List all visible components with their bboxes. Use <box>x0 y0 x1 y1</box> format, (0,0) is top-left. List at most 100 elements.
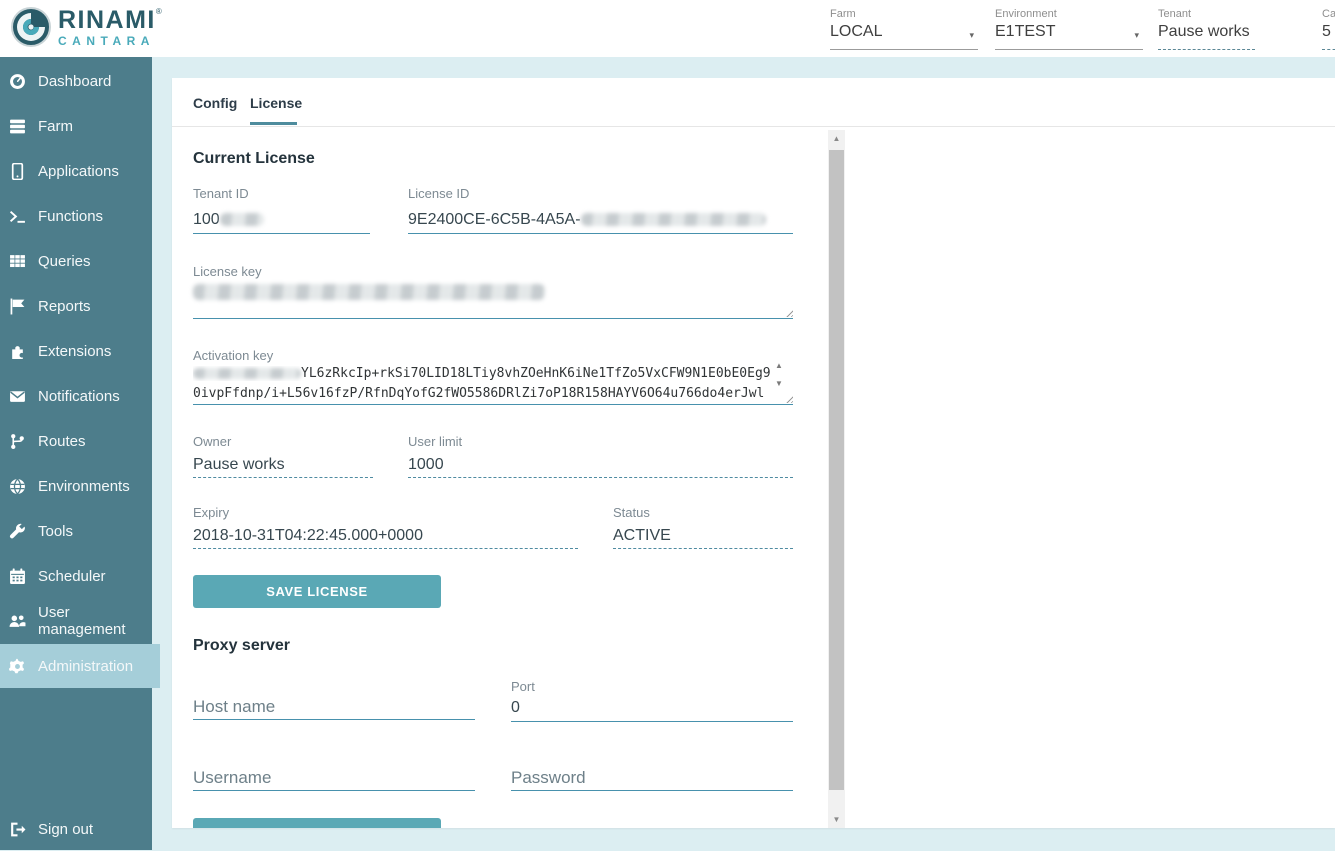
status-label: Status <box>613 505 650 520</box>
scroll-down-icon[interactable]: ▼ <box>775 379 783 388</box>
sidebar-item-label: Dashboard <box>38 73 111 90</box>
save-proxy-button[interactable]: SAVE PROXY <box>193 818 441 828</box>
save-license-button[interactable]: SAVE LICENSE <box>193 575 441 608</box>
tenant-id-input[interactable]: 100 <box>193 211 264 229</box>
resize-handle[interactable] <box>784 308 793 317</box>
redacted-value <box>220 213 264 226</box>
tab-config[interactable]: Config <box>193 95 237 111</box>
farm-value[interactable]: LOCAL <box>830 23 978 41</box>
tenant-value[interactable]: Pause works <box>1158 23 1255 41</box>
tab-license[interactable]: License <box>250 95 302 111</box>
chevron-down-icon[interactable]: ▾ <box>1134 30 1139 41</box>
sidebar-nav: Dashboard Farm Applications Functions Qu… <box>0 57 152 850</box>
expiry-label: Expiry <box>193 505 229 520</box>
license-id-input[interactable]: 9E2400CE-6C5B-4A5A- <box>408 211 766 229</box>
proxy-server-heading: Proxy server <box>193 637 290 655</box>
active-tab-indicator <box>250 122 297 125</box>
redacted-value <box>581 213 766 226</box>
sidebar-item-sign-out[interactable]: Sign out <box>0 807 152 851</box>
vertical-scrollbar[interactable]: ▲ ▼ <box>828 130 845 828</box>
scrollbar-thumb[interactable] <box>829 150 844 790</box>
sidebar-item-label: Functions <box>38 208 103 225</box>
tablet-icon <box>9 163 26 180</box>
sidebar-item-label: Environments <box>38 478 130 495</box>
sidebar-item-label: Extensions <box>38 343 111 360</box>
sidebar-item-reports[interactable]: Reports <box>0 284 152 328</box>
license-key-label: License key <box>193 264 262 279</box>
sidebar-item-scheduler[interactable]: Scheduler <box>0 554 152 598</box>
sidebar-item-dashboard[interactable]: Dashboard <box>0 59 152 103</box>
scrollbar-down-icon[interactable]: ▼ <box>828 811 845 828</box>
app-logo: RINAMI® CANTARA <box>10 6 162 48</box>
sign-out-icon <box>9 821 26 838</box>
server-icon <box>9 118 26 135</box>
sidebar-item-applications[interactable]: Applications <box>0 149 152 193</box>
scroll-up-icon[interactable]: ▲ <box>775 361 783 370</box>
sidebar-item-environments[interactable]: Environments <box>0 464 152 508</box>
dashboard-icon <box>9 73 26 90</box>
sidebar-item-functions[interactable]: Functions <box>0 194 152 238</box>
logo-title: RINAMI <box>58 6 156 34</box>
sidebar-item-farm[interactable]: Farm <box>0 104 152 148</box>
sidebar-item-extensions[interactable]: Extensions <box>0 329 152 373</box>
sidebar-item-label: Reports <box>38 298 91 315</box>
license-id-label: License ID <box>408 186 469 201</box>
sidebar-item-label: Administration <box>38 658 133 675</box>
resize-handle[interactable] <box>784 394 793 403</box>
owner-value: Pause works <box>193 456 285 474</box>
truncated-field[interactable]: Ca 5 <box>1322 8 1335 50</box>
table-grid-icon <box>9 253 26 270</box>
puzzle-icon <box>9 343 26 360</box>
sidebar-item-label: Notifications <box>38 388 120 405</box>
environment-value[interactable]: E1TEST <box>995 23 1143 41</box>
sidebar-item-tools[interactable]: Tools <box>0 509 152 553</box>
port-input[interactable]: 0 <box>511 699 520 717</box>
activation-key-line2[interactable]: 0ivpFfdnp/i+L56v16fzP/RfnDqYofG2fWO5586D… <box>193 386 771 401</box>
tenant-label: Tenant <box>1158 8 1255 20</box>
sidebar-item-routes[interactable]: Routes <box>0 419 152 463</box>
registered-mark: ® <box>156 7 162 16</box>
license-key-textarea[interactable] <box>193 284 545 303</box>
activation-key-label: Activation key <box>193 348 273 363</box>
sidebar-item-label: User management <box>38 604 152 638</box>
sidebar-item-label: Queries <box>38 253 91 270</box>
username-input[interactable]: Username <box>193 768 271 788</box>
port-label: Port <box>511 679 535 694</box>
tenant-field[interactable]: Tenant Pause works <box>1158 8 1255 50</box>
current-license-heading: Current License <box>193 150 315 168</box>
status-value: ACTIVE <box>613 527 671 545</box>
sidebar-item-notifications[interactable]: Notifications <box>0 374 152 418</box>
farm-select[interactable]: Farm LOCAL ▾ <box>830 8 978 50</box>
sidebar-item-queries[interactable]: Queries <box>0 239 152 283</box>
sidebar-item-administration[interactable]: Administration <box>0 644 160 688</box>
activation-key-textarea[interactable]: YL6zRkcIp+rkSi70LID18LTiy8vhZOeHnK6iNe1T… <box>193 366 771 381</box>
password-input[interactable]: Password <box>511 768 586 788</box>
user-limit-value: 1000 <box>408 456 444 474</box>
tab-bar: Config License <box>172 78 1335 127</box>
truncated-label: Ca <box>1322 8 1335 20</box>
farm-label: Farm <box>830 8 978 20</box>
scrollbar-up-icon[interactable]: ▲ <box>828 130 845 147</box>
sidebar-item-label: Applications <box>38 163 119 180</box>
truncated-value[interactable]: 5 <box>1322 23 1335 41</box>
sidebar-item-label: Routes <box>38 433 86 450</box>
envelope-icon <box>9 388 26 405</box>
sidebar-item-label: Farm <box>38 118 73 135</box>
sidebar-item-user-management[interactable]: User management <box>0 599 152 643</box>
sidebar-item-label: Sign out <box>38 821 93 838</box>
code-branch-icon <box>9 433 26 450</box>
terminal-icon <box>9 208 26 225</box>
tenant-id-label: Tenant ID <box>193 186 249 201</box>
owner-label: Owner <box>193 434 231 449</box>
user-limit-label: User limit <box>408 434 462 449</box>
globe-icon <box>9 478 26 495</box>
environment-label: Environment <box>995 8 1143 20</box>
environment-select[interactable]: Environment E1TEST ▾ <box>995 8 1143 50</box>
redacted-value <box>193 368 301 379</box>
flag-icon <box>9 298 26 315</box>
gear-icon <box>9 658 26 675</box>
rinami-logo-icon <box>10 6 52 48</box>
host-name-input[interactable]: Host name <box>193 697 275 717</box>
redacted-value <box>193 284 545 300</box>
chevron-down-icon[interactable]: ▾ <box>969 30 974 41</box>
